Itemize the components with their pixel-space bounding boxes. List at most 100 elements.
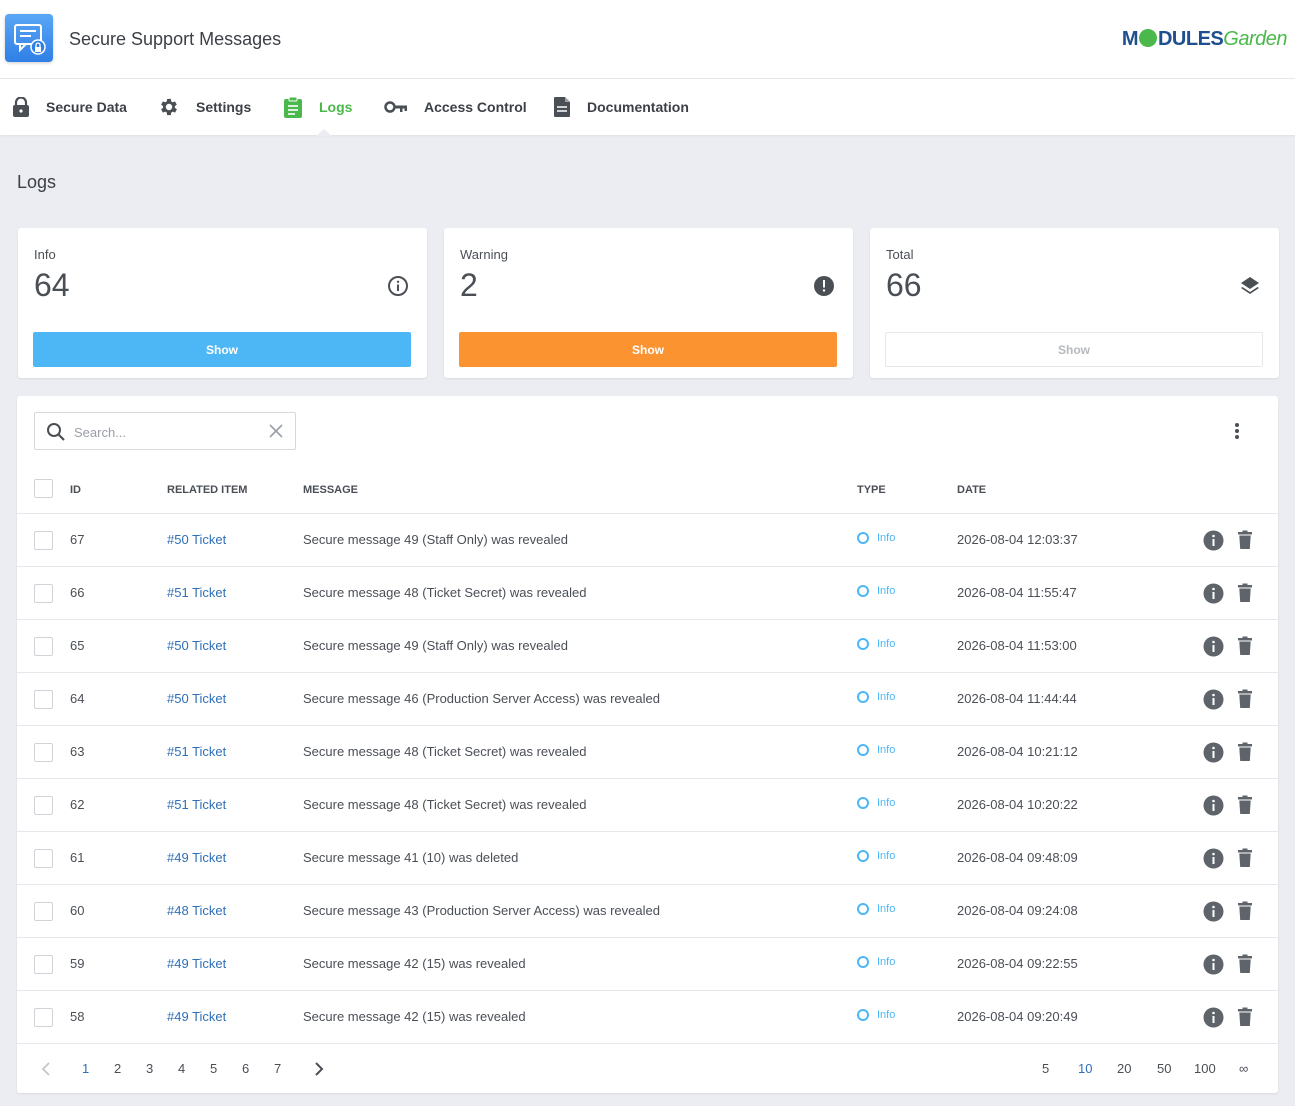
table-row: 58 #49 Ticket Secure message 42 (15) was r… xyxy=(17,991,1278,1044)
related-item-link[interactable]: #51 Ticket xyxy=(167,797,226,812)
nav-item-settings[interactable]: Settings xyxy=(158,79,251,135)
details-info-icon[interactable] xyxy=(1203,689,1224,710)
delete-trash-icon[interactable] xyxy=(1237,530,1253,550)
stat-label: Total xyxy=(886,247,914,262)
column-header-related-item[interactable]: RELATED ITEM xyxy=(167,484,247,496)
row-date: 2026-08-04 12:03:37 xyxy=(957,532,1078,547)
table-row: 64 #50 Ticket Secure message 46 (Productio… xyxy=(17,673,1278,726)
type-badge: Info xyxy=(857,744,895,756)
row-checkbox[interactable] xyxy=(34,690,53,709)
page-number-3[interactable]: 3 xyxy=(146,1061,153,1076)
row-checkbox[interactable] xyxy=(34,849,53,868)
nav-item-access-control[interactable]: Access Control xyxy=(384,79,527,135)
page-number-4[interactable]: 4 xyxy=(178,1061,185,1076)
row-message: Secure message 46 (Production Server Acc… xyxy=(303,691,660,706)
row-date: 2026-08-04 10:20:22 xyxy=(957,797,1078,812)
row-checkbox[interactable] xyxy=(34,955,53,974)
delete-trash-icon[interactable] xyxy=(1237,954,1253,974)
per-page-option[interactable]: 5 xyxy=(1042,1061,1049,1076)
related-item-link[interactable]: #50 Ticket xyxy=(167,532,226,547)
related-item-link[interactable]: #48 Ticket xyxy=(167,903,226,918)
nav-item-secure-data[interactable]: Secure Data xyxy=(12,79,127,135)
delete-trash-icon[interactable] xyxy=(1237,795,1253,815)
column-header-id[interactable]: ID xyxy=(70,484,81,496)
page-number-7[interactable]: 7 xyxy=(274,1061,281,1076)
details-info-icon[interactable] xyxy=(1203,742,1224,763)
delete-trash-icon[interactable] xyxy=(1237,689,1253,709)
type-badge: Info xyxy=(857,638,895,650)
nav-item-logs[interactable]: Logs xyxy=(283,79,352,135)
stat-card-warning: Warning 2 Show xyxy=(444,228,853,378)
type-badge: Info xyxy=(857,585,895,597)
details-info-icon[interactable] xyxy=(1203,636,1224,657)
row-id: 59 xyxy=(70,956,85,971)
column-header-type[interactable]: TYPE xyxy=(857,484,886,496)
row-checkbox[interactable] xyxy=(34,584,53,603)
type-badge: Info xyxy=(857,903,895,915)
per-page-option[interactable]: ∞ xyxy=(1239,1061,1248,1076)
details-info-icon[interactable] xyxy=(1203,848,1224,869)
table-row: 63 #51 Ticket Secure message 48 (Ticket Se… xyxy=(17,726,1278,779)
column-header-message[interactable]: MESSAGE xyxy=(303,484,358,496)
row-checkbox[interactable] xyxy=(34,743,53,762)
details-info-icon[interactable] xyxy=(1203,530,1224,551)
page-number-5[interactable]: 5 xyxy=(210,1061,217,1076)
select-all-checkbox[interactable] xyxy=(34,479,53,498)
page-number-6[interactable]: 6 xyxy=(242,1061,249,1076)
stat-value: 2 xyxy=(460,267,478,303)
main-nav: Secure Data Settings Logs Access Control xyxy=(0,79,1295,135)
delete-trash-icon[interactable] xyxy=(1237,848,1253,868)
related-item-link[interactable]: #51 Ticket xyxy=(167,585,226,600)
clear-search-icon[interactable] xyxy=(269,424,283,438)
related-item-link[interactable]: #49 Ticket xyxy=(167,1009,226,1024)
row-id: 61 xyxy=(70,850,85,865)
related-item-link[interactable]: #50 Ticket xyxy=(167,638,226,653)
delete-trash-icon[interactable] xyxy=(1237,636,1253,656)
related-item-link[interactable]: #49 Ticket xyxy=(167,956,226,971)
related-item-link[interactable]: #49 Ticket xyxy=(167,850,226,865)
details-info-icon[interactable] xyxy=(1203,954,1224,975)
related-item-link[interactable]: #50 Ticket xyxy=(167,691,226,706)
search-input[interactable] xyxy=(74,422,254,442)
info-ring-icon xyxy=(857,744,869,756)
delete-trash-icon[interactable] xyxy=(1237,901,1253,921)
stat-card-info: Info 64 Show xyxy=(18,228,427,378)
row-checkbox[interactable] xyxy=(34,902,53,921)
details-info-icon[interactable] xyxy=(1203,583,1224,604)
page-number-1[interactable]: 1 xyxy=(82,1061,89,1076)
column-header-date[interactable]: DATE xyxy=(957,484,986,496)
info-ring-icon xyxy=(857,638,869,650)
row-checkbox[interactable] xyxy=(34,637,53,656)
delete-trash-icon[interactable] xyxy=(1237,742,1253,762)
details-info-icon[interactable] xyxy=(1203,1007,1224,1028)
delete-trash-icon[interactable] xyxy=(1237,1007,1253,1027)
row-id: 60 xyxy=(70,903,85,918)
row-checkbox[interactable] xyxy=(34,531,53,550)
page-number-2[interactable]: 2 xyxy=(114,1061,121,1076)
app-title: Secure Support Messages xyxy=(69,29,282,49)
details-info-icon[interactable] xyxy=(1203,795,1224,816)
row-date: 2026-08-04 10:21:12 xyxy=(957,744,1078,759)
row-checkbox[interactable] xyxy=(34,1008,53,1027)
per-page-option[interactable]: 20 xyxy=(1117,1061,1131,1076)
related-item-link[interactable]: #51 Ticket xyxy=(167,744,226,759)
per-page-option[interactable]: 100 xyxy=(1194,1061,1216,1076)
lock-icon xyxy=(13,97,29,117)
nav-item-documentation[interactable]: Documentation xyxy=(553,79,689,135)
previous-page-icon[interactable] xyxy=(41,1062,51,1076)
row-id: 66 xyxy=(70,585,85,600)
show-total-button[interactable]: Show xyxy=(885,332,1263,367)
per-page-option[interactable]: 50 xyxy=(1157,1061,1171,1076)
per-page-option[interactable]: 10 xyxy=(1078,1061,1092,1076)
info-ring-icon xyxy=(857,850,869,862)
row-id: 65 xyxy=(70,638,85,653)
show-info-button[interactable]: Show xyxy=(33,332,411,367)
row-message: Secure message 48 (Ticket Secret) was re… xyxy=(303,744,587,759)
details-info-icon[interactable] xyxy=(1203,901,1224,922)
delete-trash-icon[interactable] xyxy=(1237,583,1253,603)
show-warning-button[interactable]: Show xyxy=(459,332,837,367)
row-id: 62 xyxy=(70,797,85,812)
more-options-icon[interactable] xyxy=(1234,422,1240,440)
next-page-icon[interactable] xyxy=(314,1062,324,1076)
row-checkbox[interactable] xyxy=(34,796,53,815)
